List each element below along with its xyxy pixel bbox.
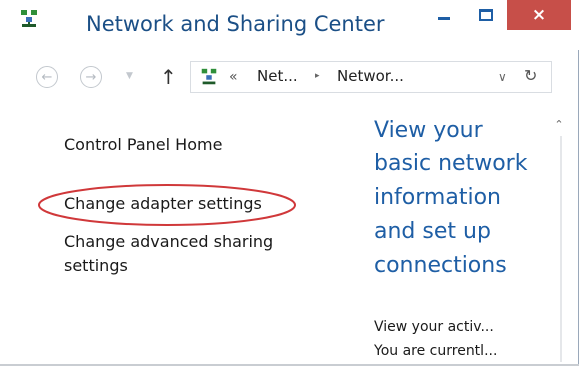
recent-locations-dropdown[interactable]: ▼ bbox=[126, 71, 133, 81]
back-button[interactable]: ← bbox=[36, 66, 58, 88]
refresh-icon[interactable]: ↻ bbox=[524, 66, 537, 85]
up-arrow-icon: ↑ bbox=[160, 65, 177, 89]
window: Network and Sharing Center × ← → ▼ ↑ « N… bbox=[0, 0, 579, 366]
forward-button[interactable]: → bbox=[80, 66, 102, 88]
vertical-scrollbar[interactable] bbox=[560, 136, 562, 362]
control-panel-home-link[interactable]: Control Panel Home bbox=[64, 135, 222, 154]
change-adapter-settings-link[interactable]: Change adapter settings bbox=[64, 194, 262, 213]
close-button[interactable]: × bbox=[507, 0, 571, 30]
address-bar[interactable]: « Net... ▸ Networ... ∨ ↻ bbox=[190, 61, 552, 93]
scroll-up-arrow-icon[interactable]: ⌃ bbox=[552, 118, 566, 132]
breadcrumb-network-internet[interactable]: Net... bbox=[257, 67, 298, 85]
change-advanced-sharing-link-continued[interactable]: settings bbox=[64, 256, 128, 275]
maximize-button[interactable] bbox=[466, 0, 506, 30]
back-arrow-icon: ← bbox=[41, 69, 53, 85]
active-networks-label: View your activ... bbox=[374, 319, 494, 335]
navigation-bar: ← → ▼ ↑ « Net... ▸ Networ... ∨ ↻ bbox=[0, 58, 579, 100]
connection-status-text: You are currentl... bbox=[374, 343, 498, 359]
title-bar[interactable]: Network and Sharing Center × bbox=[0, 0, 579, 50]
breadcrumb-separator-icon[interactable]: ▸ bbox=[315, 71, 320, 81]
page-heading-line: View your bbox=[374, 118, 483, 143]
page-heading-line: information bbox=[374, 185, 501, 210]
minimize-icon bbox=[438, 16, 450, 20]
network-icon bbox=[21, 10, 37, 27]
breadcrumb-network-sharing[interactable]: Networ... bbox=[337, 67, 404, 85]
page-heading-line: and set up bbox=[374, 219, 491, 244]
window-title: Network and Sharing Center bbox=[86, 12, 385, 36]
maximize-icon bbox=[479, 9, 493, 21]
up-button[interactable]: ↑ bbox=[160, 65, 177, 89]
close-icon: × bbox=[531, 5, 547, 25]
change-advanced-sharing-link[interactable]: Change advanced sharing bbox=[64, 232, 273, 251]
main-content: View your basic network information and … bbox=[362, 100, 562, 366]
left-pane: Control Panel Home Change adapter settin… bbox=[0, 118, 350, 366]
forward-arrow-icon: → bbox=[85, 69, 97, 85]
page-heading-line: basic network bbox=[374, 151, 528, 176]
page-heading-line: connections bbox=[374, 253, 507, 278]
minimize-button[interactable] bbox=[424, 0, 464, 30]
network-icon bbox=[201, 68, 217, 85]
address-dropdown-icon[interactable]: ∨ bbox=[498, 70, 507, 84]
hidden-locations-chevron[interactable]: « bbox=[229, 69, 238, 85]
